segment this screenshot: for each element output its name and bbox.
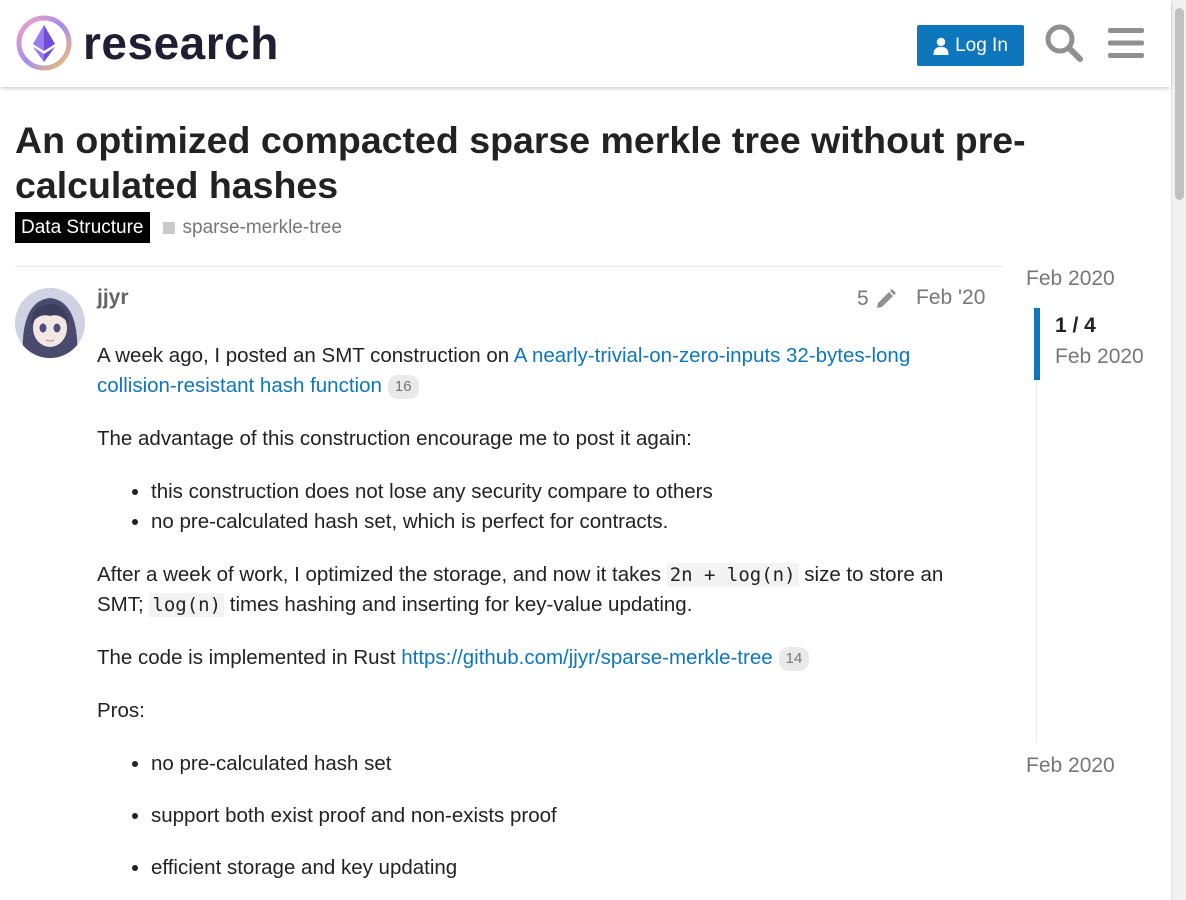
ethereum-logo-icon bbox=[16, 15, 72, 71]
post-paragraph: After a week of work, I optimized the st… bbox=[97, 560, 987, 620]
hamburger-menu-icon[interactable] bbox=[1104, 20, 1148, 66]
edit-history[interactable]: 5 bbox=[857, 287, 897, 311]
inline-code: log(n) bbox=[149, 593, 225, 617]
pros-list: no pre-calculated hash set support both … bbox=[151, 749, 987, 883]
scrollbar-thumb[interactable] bbox=[1175, 8, 1184, 200]
github-repo-link[interactable]: https://github.com/jjyr/sparse-merkle-tr… bbox=[401, 646, 772, 669]
site-header: research Log In bbox=[0, 0, 1171, 87]
list-item: no pre-calculated hash set, which is per… bbox=[151, 507, 987, 537]
timeline-end-date[interactable]: Feb 2020 bbox=[1026, 754, 1115, 778]
post-username[interactable]: jjyr bbox=[97, 286, 129, 310]
topic-title[interactable]: An optimized compacted sparse merkle tre… bbox=[15, 118, 1065, 208]
page-scrollbar[interactable] bbox=[1171, 0, 1186, 900]
site-logo-text: research bbox=[83, 17, 279, 69]
edit-count: 5 bbox=[857, 287, 869, 310]
post-date[interactable]: Feb '20 bbox=[916, 286, 985, 310]
post-paragraph: The advantage of this construction encou… bbox=[97, 427, 692, 450]
timeline-position: 1 / 4 bbox=[1055, 314, 1096, 337]
log-in-button[interactable]: Log In bbox=[917, 25, 1024, 66]
list-item: support both exist proof and non-exists … bbox=[151, 801, 987, 831]
pencil-icon bbox=[876, 289, 896, 308]
list-item: this construction does not lose any secu… bbox=[151, 477, 987, 507]
list-item: efficient storage and key updating bbox=[151, 853, 987, 883]
topic-divider bbox=[15, 266, 1003, 267]
post-paragraph: A week ago, I posted an SMT construction… bbox=[97, 341, 987, 401]
tag-square-icon bbox=[162, 221, 175, 234]
advantages-list: this construction does not lose any secu… bbox=[151, 477, 987, 537]
user-icon bbox=[933, 37, 949, 55]
timeline-start-date[interactable]: Feb 2020 bbox=[1026, 267, 1115, 291]
post-text: A week ago, I posted an SMT construction… bbox=[97, 344, 514, 367]
post-body: A week ago, I posted an SMT construction… bbox=[97, 341, 987, 900]
log-in-label: Log In bbox=[955, 34, 1008, 56]
site-logo[interactable]: research bbox=[15, 14, 279, 72]
post-text: After a week of work, I optimized the st… bbox=[97, 563, 667, 586]
post-paragraph: Pros: bbox=[97, 699, 145, 722]
timeline-position-date: Feb 2020 bbox=[1055, 345, 1144, 368]
topic-tag-label: sparse-merkle-tree bbox=[182, 216, 342, 238]
timeline-scroll-handle[interactable] bbox=[1034, 308, 1040, 380]
post-text: times hashing and inserting for key-valu… bbox=[224, 593, 693, 616]
avatar[interactable] bbox=[15, 288, 85, 358]
list-item: no pre-calculated hash set bbox=[151, 749, 987, 779]
search-icon[interactable] bbox=[1042, 20, 1086, 66]
post-paragraph: The code is implemented in Rust https://… bbox=[97, 643, 987, 673]
link-click-count: 16 bbox=[387, 375, 419, 399]
category-badge[interactable]: Data Structure bbox=[15, 212, 150, 243]
topic-tag[interactable]: sparse-merkle-tree bbox=[162, 216, 342, 239]
topic-tags: Data Structure sparse-merkle-tree bbox=[15, 212, 342, 243]
link-click-count: 14 bbox=[778, 647, 810, 671]
inline-code: 2n + log(n) bbox=[666, 563, 799, 587]
post-text: The code is implemented in Rust bbox=[97, 646, 402, 669]
